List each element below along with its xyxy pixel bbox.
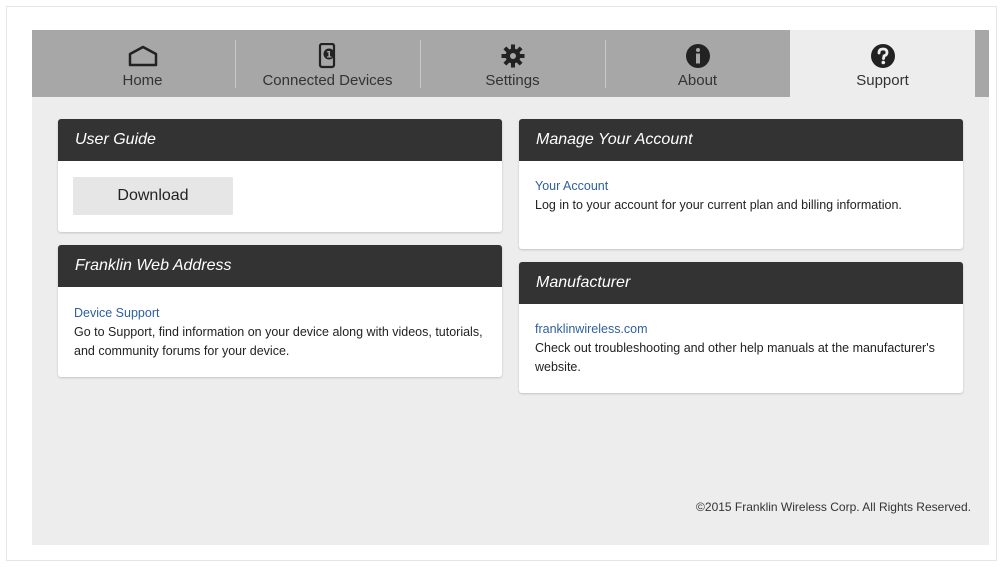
your-account-link[interactable]: Your Account: [535, 177, 608, 196]
account-description: Log in to your account for your current …: [535, 198, 902, 212]
tab-about-label: About: [677, 72, 718, 89]
tab-support-label: Support: [856, 72, 909, 89]
web-address-panel: Franklin Web Address Device Support Go t…: [58, 245, 502, 377]
copyright-footer: ©2015 Franklin Wireless Corp. All Rights…: [696, 500, 971, 514]
account-panel: Manage Your Account Your Account Log in …: [519, 119, 963, 249]
tab-about[interactable]: About: [605, 30, 790, 97]
web-address-title: Franklin Web Address: [58, 245, 502, 287]
tab-connected-devices[interactable]: 1 Connected Devices: [235, 30, 420, 97]
manufacturer-title: Manufacturer: [519, 262, 963, 304]
manufacturer-description: Check out troubleshooting and other help…: [535, 341, 935, 374]
app-container: Home 1 Connected Devices Settings About …: [32, 30, 989, 545]
top-navigation: Home 1 Connected Devices Settings About …: [32, 30, 989, 97]
tab-home[interactable]: Home: [50, 30, 235, 97]
tab-home-label: Home: [122, 72, 163, 89]
manufacturer-panel: Manufacturer franklinwireless.com Check …: [519, 262, 963, 393]
tab-settings[interactable]: Settings: [420, 30, 605, 97]
tab-support[interactable]: Support: [790, 30, 975, 97]
help-icon: [870, 42, 896, 70]
account-title: Manage Your Account: [519, 119, 963, 161]
tab-settings-label: Settings: [485, 72, 540, 89]
user-guide-panel: User Guide Download: [58, 119, 502, 232]
user-guide-title: User Guide: [58, 119, 502, 161]
connected-devices-icon: 1: [316, 42, 340, 70]
download-button[interactable]: Download: [73, 177, 233, 215]
tab-connected-devices-label: Connected Devices: [262, 72, 393, 89]
manufacturer-link[interactable]: franklinwireless.com: [535, 320, 648, 339]
svg-text:1: 1: [325, 51, 331, 61]
info-icon: [685, 42, 711, 70]
home-icon: [126, 42, 160, 70]
web-address-description: Go to Support, find information on your …: [74, 325, 483, 358]
gear-icon: [500, 42, 526, 70]
device-support-link[interactable]: Device Support: [74, 304, 159, 323]
